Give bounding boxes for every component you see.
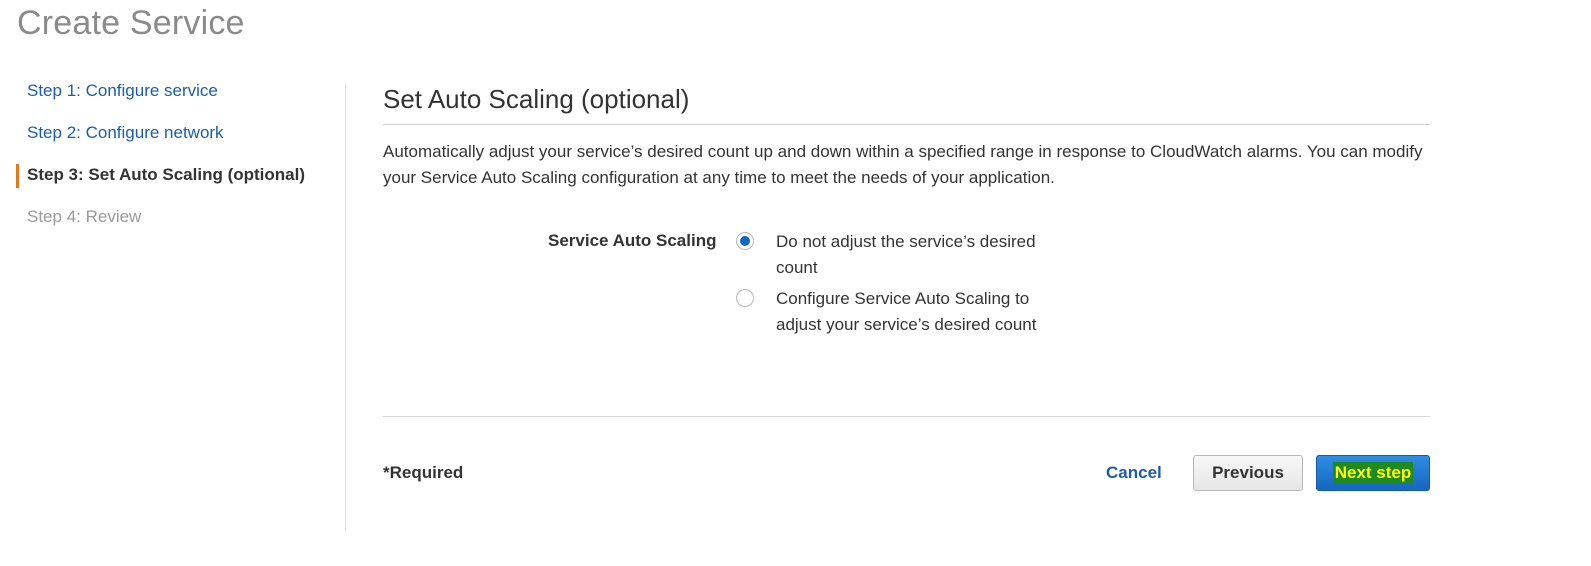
previous-button[interactable]: Previous — [1193, 455, 1303, 491]
radio-option-configure-auto-scaling[interactable]: Configure Service Auto Scaling to adjust… — [736, 286, 1056, 338]
wizard-step-set-auto-scaling: Step 3: Set Auto Scaling (optional) — [16, 164, 336, 188]
wizard-step-configure-service[interactable]: Step 1: Configure service — [16, 80, 336, 122]
radio-button-unselected[interactable] — [736, 289, 754, 307]
next-step-button-label: Next step — [1332, 462, 1414, 484]
footer-divider — [383, 416, 1430, 417]
wizard-nav: Step 1: Configure service Step 2: Config… — [16, 80, 336, 248]
wizard-step-review: Step 4: Review — [27, 207, 142, 226]
radio-option-do-not-adjust[interactable]: Do not adjust the service’s desired coun… — [736, 229, 1056, 281]
radio-dot — [740, 236, 750, 246]
section-title: Set Auto Scaling (optional) — [383, 84, 690, 114]
section-description: Automatically adjust your service’s desi… — [383, 142, 1423, 187]
cancel-button[interactable]: Cancel — [1106, 463, 1162, 483]
page-title: Create Service — [17, 4, 245, 42]
previous-button-label: Previous — [1212, 463, 1284, 482]
radio-button-selected[interactable] — [736, 232, 754, 250]
next-step-button[interactable]: Next step — [1316, 455, 1430, 491]
service-auto-scaling-label: Service Auto Scaling — [548, 231, 717, 250]
vertical-divider — [345, 84, 346, 530]
required-note: *Required — [383, 463, 464, 482]
radio-label-do-not-adjust[interactable]: Do not adjust the service’s desired coun… — [776, 229, 1056, 281]
title-divider — [383, 124, 1430, 125]
wizard-step-configure-network[interactable]: Step 2: Configure network — [16, 122, 336, 164]
radio-label-configure-auto-scaling[interactable]: Configure Service Auto Scaling to adjust… — [776, 286, 1056, 338]
